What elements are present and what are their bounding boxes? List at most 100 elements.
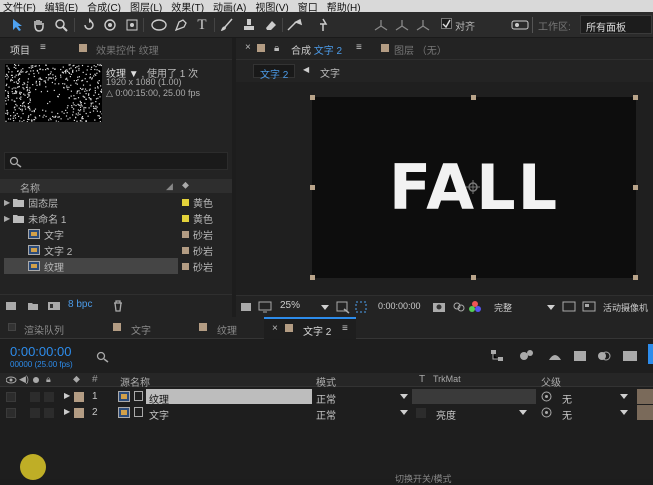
selection-tool-icon[interactable] — [8, 16, 26, 34]
panel-menu-icon[interactable]: ≡ — [40, 42, 46, 53]
col-name[interactable]: 名称 — [20, 180, 40, 195]
breadcrumb-text[interactable]: 文字 — [320, 65, 340, 80]
hand-tool-icon[interactable] — [30, 16, 48, 34]
workspace-select[interactable]: 所有面板 — [580, 15, 652, 34]
eraser-tool-icon[interactable] — [262, 16, 280, 34]
monitor-icon[interactable] — [258, 301, 272, 313]
resolution-icon[interactable] — [336, 300, 350, 314]
delete-icon[interactable] — [112, 300, 124, 312]
tab-render-queue[interactable]: 渲染队列 — [24, 322, 64, 337]
new-folder-icon[interactable] — [27, 300, 39, 312]
handle-ml[interactable] — [310, 185, 315, 190]
solo-icon[interactable] — [33, 377, 39, 383]
close-comp-tab-icon[interactable]: × — [245, 42, 251, 53]
sort-icon[interactable]: ◢ — [166, 181, 173, 192]
handle-tc[interactable] — [471, 95, 476, 100]
comp-canvas[interactable]: FALL — [312, 97, 636, 278]
audio-switch-icon[interactable]: ◀) — [19, 374, 29, 385]
snap-options-icon[interactable] — [511, 16, 529, 34]
lock-column-icon[interactable]: 🔒︎ — [46, 374, 51, 385]
viewer-timecode[interactable]: 0:00:00:00 — [378, 301, 421, 311]
lock-icon[interactable]: 🔒︎ — [274, 43, 279, 54]
zoom-select[interactable]: 25% — [280, 300, 300, 311]
handle-br[interactable] — [633, 275, 638, 280]
axis-mode-icon[interactable] — [372, 16, 390, 34]
show-snapshot-icon[interactable] — [452, 300, 466, 313]
rotate-tool-icon[interactable] — [80, 16, 98, 34]
fast-preview-icon[interactable] — [562, 300, 576, 313]
viewer-area[interactable]: FALL — [236, 82, 653, 295]
transparency-grid-icon[interactable] — [582, 300, 596, 313]
col-source-name[interactable]: 源名称 — [120, 374, 150, 389]
brush-tool-icon[interactable] — [218, 16, 236, 34]
camera-select[interactable]: 活动摄像机 — [603, 301, 648, 314]
tab-effect-controls[interactable]: 效果控件 纹理 — [96, 42, 159, 57]
video-switch-icon[interactable] — [6, 375, 17, 385]
visibility-toggle — [6, 408, 16, 418]
puppet-pin-tool-icon[interactable] — [314, 16, 332, 34]
layer-panel-swatch — [381, 44, 389, 52]
layer-name: 纹理 — [146, 389, 312, 404]
mode-select: 正常 — [316, 391, 336, 406]
project-item-label-color[interactable]: 砂岩 — [182, 258, 228, 274]
col-t[interactable]: T — [419, 374, 425, 385]
anchor-point-icon[interactable] — [466, 180, 480, 194]
bpc-button[interactable]: 8 bpc — [68, 299, 92, 310]
project-item-label-color[interactable]: 黄色 — [182, 194, 228, 210]
handle-mr[interactable] — [633, 185, 638, 190]
type-tool-icon[interactable]: T — [193, 16, 211, 34]
ellipse-tool-icon[interactable] — [150, 16, 168, 34]
tab-text2-active[interactable]: × 文字 2 ≡ — [264, 317, 356, 339]
draft-3d-icon[interactable] — [518, 348, 534, 364]
handle-bc[interactable] — [471, 275, 476, 280]
tab-project[interactable]: 项目 — [10, 42, 30, 57]
view-axis-icon[interactable] — [414, 16, 432, 34]
local-axis-icon[interactable] — [393, 16, 411, 34]
breadcrumb-comp2[interactable]: 文字 2 — [253, 64, 295, 78]
snapshot-icon[interactable] — [432, 300, 446, 313]
zoom-tool-icon[interactable] — [52, 16, 70, 34]
tab-text[interactable]: 文字 — [131, 322, 151, 337]
frame-blending-icon[interactable] — [572, 348, 588, 364]
col-trkmat[interactable]: TrkMat — [433, 374, 461, 384]
handle-tr[interactable] — [633, 95, 638, 100]
new-comp-icon[interactable] — [47, 300, 61, 312]
tab-composition[interactable]: 合成 文字 2 — [291, 42, 342, 57]
twirl-arrow-icon: ▶ — [64, 391, 70, 400]
comp-panel-menu-icon[interactable]: ≡ — [356, 42, 362, 53]
motion-blur-icon[interactable] — [596, 348, 612, 364]
graph-editor-icon[interactable] — [622, 348, 638, 364]
col-parent[interactable]: 父级 — [541, 374, 561, 389]
project-item-label-color[interactable]: 砂岩 — [182, 242, 228, 258]
label-tag-icon[interactable]: ⬥ — [182, 180, 189, 191]
timeline-layer-row[interactable]: ▶2文字正常亮度无 — [0, 405, 653, 421]
region-of-interest-icon[interactable] — [354, 300, 368, 314]
project-footer: 8 bpc — [0, 294, 232, 316]
clone-stamp-tool-icon[interactable] — [240, 16, 258, 34]
handle-bl[interactable] — [310, 275, 315, 280]
col-mode[interactable]: 模式 — [316, 374, 336, 389]
label-column-icon[interactable]: ⬥ — [73, 374, 80, 385]
timeline-layer-row[interactable]: ▶1纹理正常无 — [0, 389, 653, 405]
quality-select[interactable]: 完整 — [494, 301, 512, 314]
tab-texture[interactable]: 纹理 — [217, 322, 237, 337]
folder-icon — [13, 198, 24, 207]
timeline-timecode[interactable]: 0:00:00:00 — [10, 344, 71, 359]
comp-flowchart-icon[interactable] — [490, 349, 504, 363]
roto-brush-tool-icon[interactable] — [286, 16, 304, 34]
project-item[interactable]: 纹理 — [4, 258, 178, 274]
handle-tl[interactable] — [310, 95, 315, 100]
interpret-footage-icon[interactable] — [5, 300, 17, 312]
project-item-label-color[interactable]: 砂岩 — [182, 226, 228, 242]
project-item-label-color[interactable]: 黄色 — [182, 210, 228, 226]
camera-orbit-tool-icon[interactable] — [101, 16, 119, 34]
shy-layers-icon[interactable] — [547, 348, 563, 364]
pan-behind-tool-icon[interactable] — [123, 16, 141, 34]
pen-tool-icon[interactable] — [172, 16, 190, 34]
always-preview-icon[interactable] — [240, 301, 252, 313]
tab-layer[interactable]: 图层 （无） — [394, 42, 447, 57]
snap-checkbox[interactable] — [441, 18, 452, 29]
search-input[interactable] — [4, 152, 228, 170]
channel-icon[interactable] — [468, 300, 482, 313]
timeline-search-icon[interactable] — [96, 350, 110, 364]
